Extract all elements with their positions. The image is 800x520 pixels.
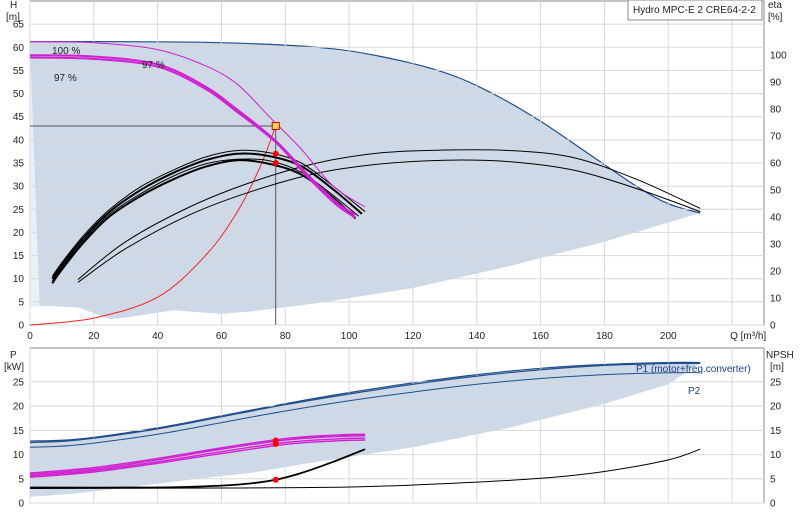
head-y2-tick-label: 80 [770, 105, 782, 116]
y2-axis-label-eta: eta [768, 0, 782, 11]
head-x-tick-label: Q [m³/h] [730, 331, 766, 342]
head-y-tick-label: 0 [18, 321, 24, 332]
y-axis-unit-h: [m] [6, 12, 20, 23]
head-y2-tick-label: 100 [770, 51, 787, 62]
head-y-tick-label: 15 [13, 251, 25, 262]
power-y2-tick-label: 25 [770, 377, 782, 388]
head-x-tick-label: 60 [216, 331, 228, 342]
head-x-tick-label: 140 [468, 331, 485, 342]
legend-p1: P1 (motor+freq.converter) [636, 364, 751, 375]
head-y-tick-label: 40 [13, 135, 25, 146]
chart-title: Hydro MPC-E 2 CRE64-2-2 [633, 5, 756, 16]
pump-performance-chart: 0510152025303540455055606501020304050607… [0, 0, 800, 520]
power-y-tick-label: 15 [13, 426, 25, 437]
head-efficiency-plot: 0510152025303540455055606501020304050607… [13, 0, 787, 342]
head-x-tick-label: 20 [88, 331, 100, 342]
y2-axis-unit-npsh: [m] [770, 362, 784, 373]
power-intersection-point [272, 440, 279, 447]
head-y-tick-label: 25 [13, 205, 25, 216]
power-y2-tick-label: 20 [770, 402, 782, 413]
head-x-tick-label: 80 [280, 331, 292, 342]
head-y-tick-label: 10 [13, 274, 25, 285]
speed-label-97a: 97 % [142, 60, 165, 71]
power-y2-tick-label: 0 [770, 499, 776, 510]
power-y2-tick-label: 5 [770, 474, 776, 485]
power-y-tick-label: 20 [13, 402, 25, 413]
head-x-tick-label: 180 [596, 331, 613, 342]
legend-p2: P2 [688, 386, 701, 397]
head-y2-tick-label: 70 [770, 132, 782, 143]
head-y2-tick-label: 40 [770, 213, 782, 224]
head-y-tick-label: 20 [13, 228, 25, 239]
head-y2-tick-label: 50 [770, 186, 782, 197]
operating-point-marker [271, 121, 280, 130]
head-y2-tick-label: 30 [770, 240, 782, 251]
y2-axis-unit-eta: [%] [768, 12, 783, 23]
curve-intersection-point [272, 150, 279, 157]
head-y2-tick-label: 60 [770, 159, 782, 170]
y-axis-label-h: H [10, 0, 17, 11]
head-x-tick-label: 200 [660, 331, 677, 342]
head-y-tick-label: 35 [13, 159, 25, 170]
head-y-tick-label: 30 [13, 182, 25, 193]
head-x-tick-label: 100 [341, 331, 358, 342]
head-x-tick-label: 0 [27, 331, 33, 342]
head-x-tick-label: 40 [152, 331, 164, 342]
head-y-tick-label: 55 [13, 66, 25, 77]
power-y-tick-label: 5 [18, 474, 24, 485]
power-intersection-point [272, 476, 279, 483]
power-y-tick-label: 25 [13, 377, 25, 388]
power-y2-tick-label: 10 [770, 450, 782, 461]
head-y-tick-label: 45 [13, 112, 25, 123]
power-y-tick-label: 10 [13, 450, 25, 461]
head-x-tick-label: 160 [532, 331, 549, 342]
power-y-tick-label: 0 [18, 499, 24, 510]
y-axis-label-p: P [10, 350, 17, 361]
head-y-tick-label: 5 [18, 297, 24, 308]
speed-label-100: 100 % [52, 46, 80, 57]
head-y2-tick-label: 90 [770, 78, 782, 89]
y-axis-unit-p: [kW] [4, 362, 24, 373]
curve-intersection-point [272, 160, 279, 166]
head-y2-tick-label: 0 [770, 321, 776, 332]
speed-label-97b: 97 % [54, 73, 77, 84]
head-y-tick-label: 50 [13, 89, 25, 100]
head-y2-tick-label: 20 [770, 267, 782, 278]
y2-axis-label-npsh: NPSH [766, 350, 794, 361]
head-y2-tick-label: 10 [770, 294, 782, 305]
head-x-tick-label: 120 [405, 331, 422, 342]
power-y2-tick-label: 15 [770, 426, 782, 437]
head-y-tick-label: 60 [13, 43, 25, 54]
